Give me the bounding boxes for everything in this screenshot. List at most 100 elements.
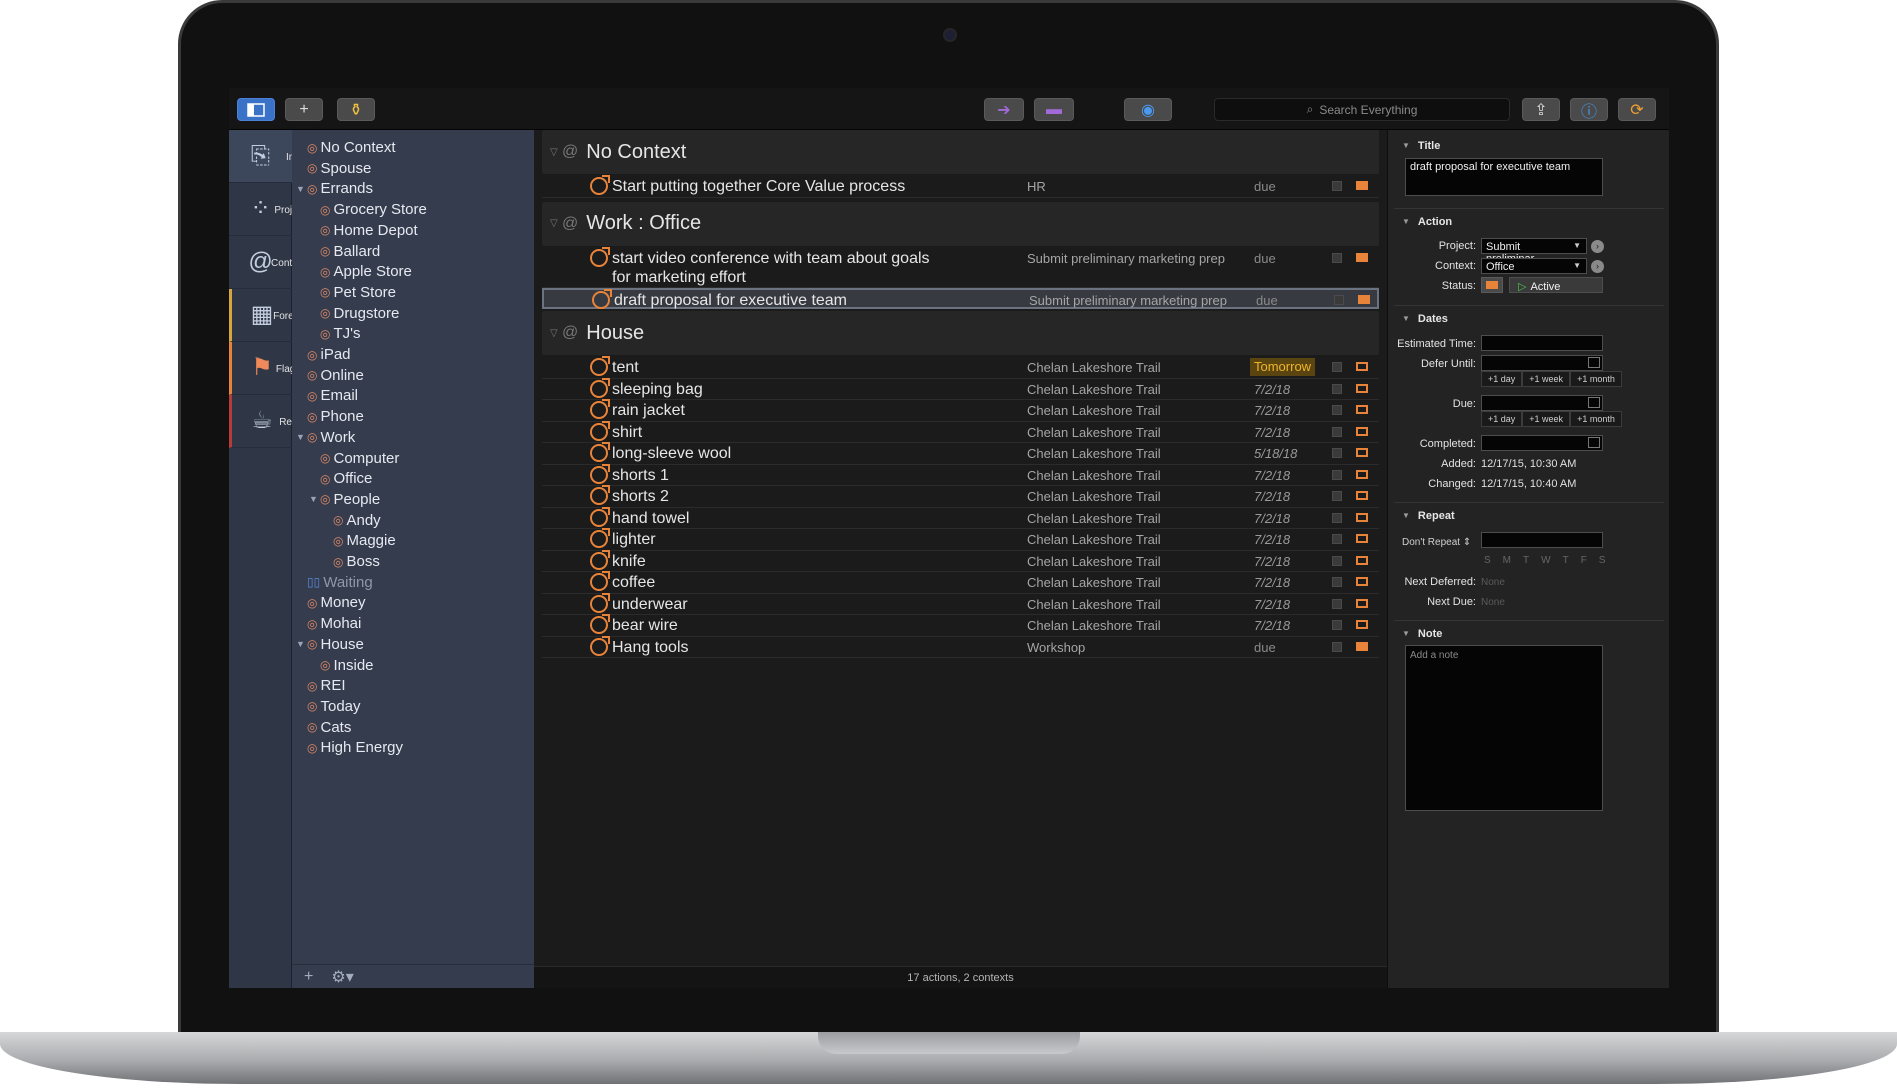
context-popup[interactable]: Office ▼ [1481,258,1587,274]
disclosure-triangle-icon[interactable]: ▽ [550,328,562,339]
checkbox[interactable] [590,377,610,398]
flag-icon[interactable] [1356,598,1368,608]
sidebar-toggle-button[interactable] [237,98,275,121]
weekday-toggle[interactable]: S [1599,555,1606,566]
checkbox[interactable] [590,399,610,419]
action-name[interactable]: bear wire [612,616,942,635]
note-icon[interactable] [1332,383,1342,394]
flag-icon[interactable] [1356,405,1368,414]
tab-forecast[interactable]: ▦Forecast [229,289,312,342]
checkbox[interactable] [590,635,610,656]
completed-field[interactable] [1481,435,1603,451]
note-icon[interactable] [1332,181,1342,191]
flag-icon[interactable] [1356,448,1368,457]
title-section-header[interactable]: Title [1402,140,1440,152]
note-icon[interactable] [1332,405,1342,415]
flag-icon[interactable] [1356,383,1368,393]
tab-contexts[interactable]: @ Contexts [229,236,311,289]
action-row[interactable]: start video conference with team about g… [542,246,1379,288]
action-name[interactable]: underwear [612,595,942,614]
action-name[interactable]: lighter [612,530,942,549]
flag-icon[interactable] [1356,534,1368,543]
sidebar-item[interactable]: ◎ High Energy [307,735,403,760]
unfocus-button[interactable]: ▬ [1034,98,1074,121]
action-row[interactable]: lighter Chelan Lakeshore Trail 7/2/18 [542,528,1379,551]
action-name[interactable]: coffee [612,573,942,592]
action-row[interactable]: tent Chelan Lakeshore Trail Tomorrow [542,356,1379,379]
gear-icon[interactable]: ⚙▾ [331,967,353,987]
disclosure-triangle-icon[interactable]: ▼ [296,184,305,194]
note-icon[interactable] [1332,598,1342,609]
estimated-time-field[interactable] [1481,335,1603,351]
action-name[interactable]: rain jacket [612,401,942,420]
action-row[interactable]: draft proposal for executive team Submit … [542,287,1379,310]
action-name[interactable]: draft proposal for executive team [614,291,944,310]
flag-icon[interactable] [1358,294,1370,304]
add-button[interactable]: + [285,98,323,121]
note-icon[interactable] [1332,577,1342,587]
action-name[interactable]: knife [612,552,942,571]
note-icon[interactable] [1332,469,1342,480]
repeat-section-header[interactable]: Repeat [1402,510,1455,522]
dates-section-header[interactable]: Dates [1402,313,1448,325]
note-icon[interactable] [1332,362,1342,372]
context-group-header[interactable]: ▽ @ Work : Office [542,201,1379,246]
action-row[interactable]: coffee Chelan Lakeshore Trail 7/2/18 [542,571,1379,594]
action-name[interactable]: sleeping bag [612,380,942,399]
due-plus-day-button[interactable]: +1 day [1481,411,1523,427]
checkbox[interactable] [590,549,610,570]
note-icon[interactable] [1334,294,1344,305]
disclosure-triangle-icon[interactable]: ▽ [550,147,562,158]
note-icon[interactable] [1332,555,1342,566]
defer-plus-week-button[interactable]: +1 week [1522,371,1571,387]
perspective-view-button[interactable]: ◉ [1124,98,1172,121]
status-popup[interactable]: ▷ Active [1509,277,1603,293]
checkbox[interactable] [592,288,612,309]
sync-button[interactable]: ⟳ [1618,98,1656,121]
note-icon[interactable] [1332,426,1342,437]
flag-icon[interactable] [1356,426,1368,436]
checkbox[interactable] [590,528,610,548]
search-field[interactable]: ⌕ Search Everything [1214,98,1510,121]
action-name[interactable]: start video conference with team about g… [612,249,942,287]
calendar-icon[interactable] [1588,357,1600,368]
defer-plus-month-button[interactable]: +1 month [1570,371,1622,387]
due-plus-month-button[interactable]: +1 month [1570,411,1622,427]
action-row[interactable]: Hang tools Workshop due [542,635,1379,658]
tab-flagged[interactable]: ⚑Flagged [229,342,312,395]
focus-button[interactable]: ➔ [984,98,1024,121]
checkbox[interactable] [590,175,610,195]
action-row[interactable]: long-sleeve wool Chelan Lakeshore Trail 5/… [542,442,1379,465]
action-row[interactable]: bear wire Chelan Lakeshore Trail 7/2/18 [542,614,1379,637]
weekday-toggle[interactable]: T [1523,555,1529,566]
checkbox[interactable] [590,592,610,613]
checkbox[interactable] [590,420,610,441]
action-row[interactable]: sleeping bag Chelan Lakeshore Trail 7/2/18 [542,377,1379,400]
flag-icon[interactable] [1356,181,1368,190]
note-field[interactable]: Add a note [1405,645,1603,811]
repeat-interval-field[interactable] [1481,532,1603,548]
disclosure-triangle-icon[interactable]: ▽ [550,218,562,229]
action-name[interactable]: hand towel [612,509,942,528]
checkbox[interactable] [590,485,610,505]
disclosure-triangle-icon[interactable]: ▼ [296,639,305,649]
checkbox[interactable] [590,614,610,634]
action-name[interactable]: shirt [612,423,942,442]
action-name[interactable]: Hang tools [612,638,942,657]
title-field[interactable]: draft proposal for executive team [1405,158,1603,196]
flag-icon[interactable] [1356,469,1368,479]
repeat-popup[interactable]: Don't Repeat ⇕ [1402,537,1471,548]
due-plus-week-button[interactable]: +1 week [1522,411,1571,427]
go-to-context-icon[interactable]: › [1591,260,1604,273]
add-context-icon[interactable]: + [304,968,313,986]
flag-icon[interactable] [1356,641,1368,651]
flag-icon[interactable] [1356,362,1368,371]
action-name[interactable]: long-sleeve wool [612,444,942,463]
action-row[interactable]: knife Chelan Lakeshore Trail 7/2/18 [542,549,1379,572]
note-icon[interactable] [1332,252,1342,263]
go-to-project-icon[interactable]: › [1591,240,1604,253]
action-name[interactable]: tent [612,358,942,377]
context-group-header[interactable]: ▽ @ No Context [542,130,1379,174]
checkbox[interactable] [590,246,610,267]
share-button[interactable]: ⇪ [1522,98,1560,121]
